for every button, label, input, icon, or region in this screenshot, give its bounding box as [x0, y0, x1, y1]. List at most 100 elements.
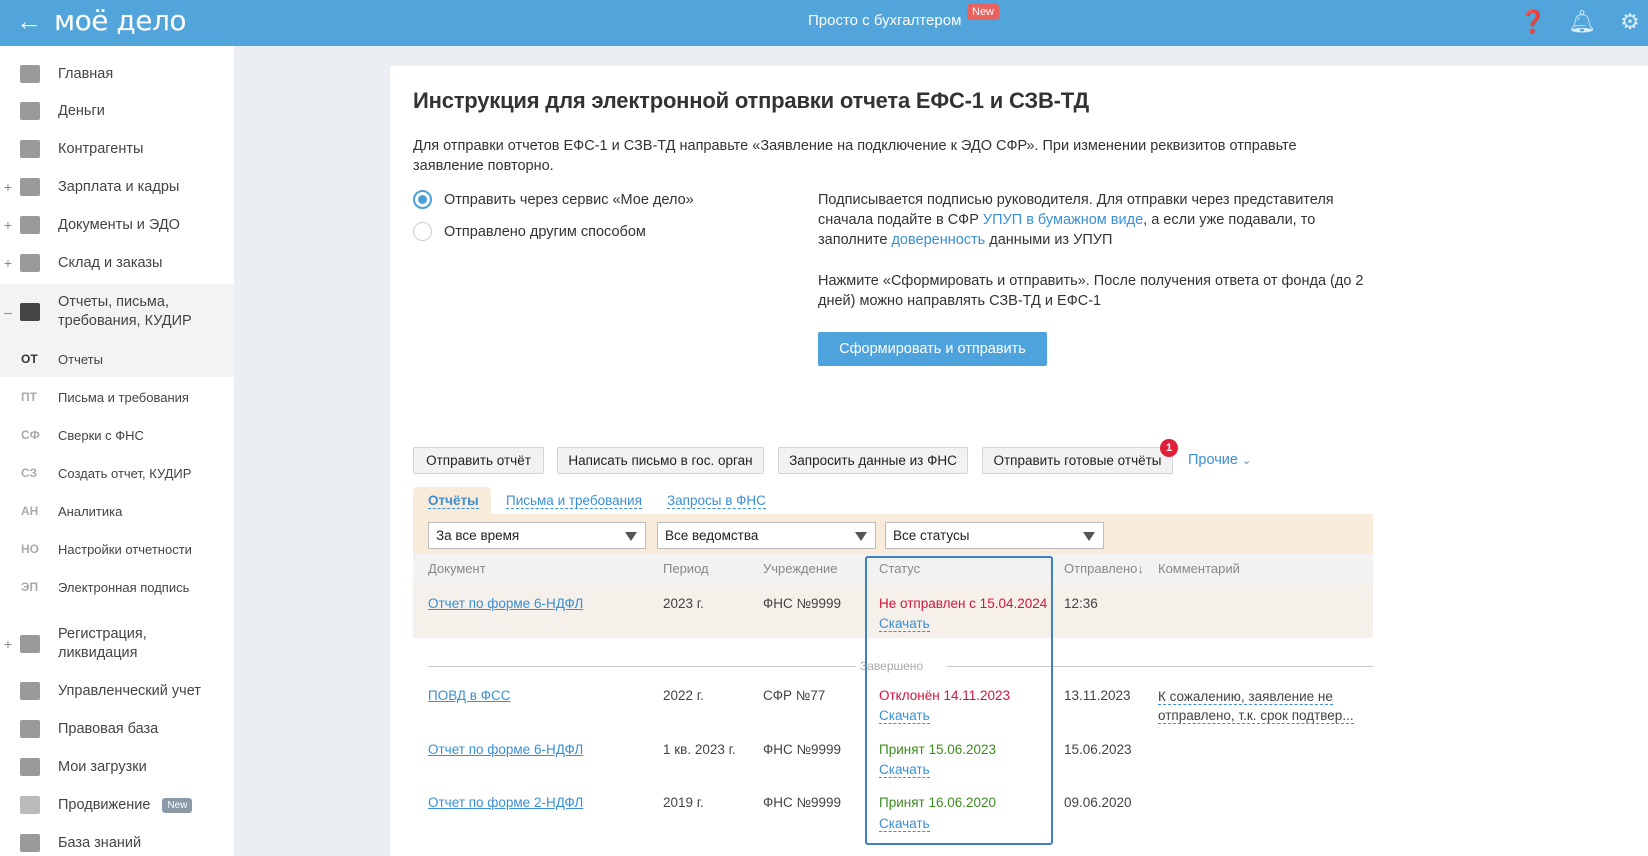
sent-cell: 15.06.2023: [1064, 742, 1132, 757]
period-select[interactable]: За все время: [428, 522, 646, 549]
radio-label: Отправить через сервис «Мое дело»: [444, 191, 694, 208]
subitem-label: Отчеты: [58, 351, 103, 367]
sidebar-subitem-reconciliation[interactable]: СФ Сверки с ФНС: [0, 425, 234, 445]
briefcase-icon: [20, 720, 40, 738]
subitem-abbr: СФ: [21, 428, 40, 442]
sidebar-item-documents[interactable]: + Документы и ЭДО: [0, 214, 234, 236]
home-icon: [20, 65, 40, 83]
tab-letters[interactable]: Письма и требования: [506, 493, 642, 509]
sent-cell: 12:36: [1064, 596, 1098, 611]
period-cell: 1 кв. 2023 г.: [663, 742, 736, 757]
period-cell: 2022 г.: [663, 688, 704, 703]
expand-icon[interactable]: +: [0, 255, 16, 271]
write-letter-button[interactable]: Написать письмо в гос. орган: [557, 447, 764, 474]
sidebar-item-registration[interactable]: + Регистрация, ликвидация: [0, 624, 234, 664]
sidebar-item-money[interactable]: Деньги: [0, 100, 234, 122]
sent-cell: 09.06.2020: [1064, 795, 1132, 810]
sent-cell: 13.11.2023: [1064, 688, 1131, 703]
document-link[interactable]: Отчет по форме 2-НДФЛ: [428, 795, 583, 810]
more-label: Прочие: [1188, 452, 1238, 468]
sidebar-item-uploads[interactable]: Мои загрузки: [0, 756, 234, 778]
bell-icon[interactable]: 🔔︎: [1568, 9, 1596, 35]
sidebar-item-warehouse[interactable]: + Склад и заказы: [0, 252, 234, 274]
status-select[interactable]: Все статусы: [885, 522, 1104, 549]
dropdown-arrow-icon: [855, 532, 867, 541]
sidebar-subitem-analytics[interactable]: АН Аналитика: [0, 501, 234, 521]
sidebar-item-knowledge[interactable]: База знаний: [0, 832, 234, 854]
more-dropdown[interactable]: Прочие ⌄: [1188, 452, 1251, 468]
back-arrow-icon[interactable]: ←: [16, 6, 42, 37]
organization-cell: ФНС №9999: [763, 596, 842, 611]
select-value: За все время: [436, 528, 520, 543]
help-icon[interactable]: ❓: [1519, 9, 1546, 35]
sidebar-item-label: Продвижение: [58, 797, 151, 813]
request-fns-data-button[interactable]: Запросить данные из ФНС: [778, 447, 968, 474]
tab-reports[interactable]: Отчёты: [428, 493, 479, 509]
sidebar-item-label: Регистрация, ликвидация: [58, 626, 147, 661]
collapse-icon[interactable]: –: [0, 304, 16, 320]
notification-count-badge: 1: [1160, 439, 1178, 457]
sidebar-item-label: Управленческий учет: [58, 683, 201, 699]
gear-icon[interactable]: ⚙: [1617, 9, 1643, 35]
period-cell: 2023 г.: [663, 596, 704, 611]
sidebar-item-home[interactable]: Главная: [0, 63, 234, 85]
intro-text: Для отправки отчетов ЕФС-1 и СЗВ-ТД напр…: [413, 138, 1297, 174]
sidebar-item-legal[interactable]: Правовая база: [0, 718, 234, 740]
send-report-button[interactable]: Отправить отчёт: [413, 447, 544, 474]
sidebar-item-contractors[interactable]: Контрагенты: [0, 138, 234, 160]
subitem-label: Сверки с ФНС: [58, 427, 144, 443]
folder-icon: [20, 216, 40, 234]
dropdown-arrow-icon: [625, 532, 637, 541]
radio-unchecked[interactable]: [413, 222, 432, 241]
power-of-attorney-link[interactable]: доверенность: [891, 232, 985, 248]
sidebar-item-salary[interactable]: + Зарплата и кадры: [0, 176, 234, 198]
expand-icon[interactable]: +: [0, 217, 16, 233]
generate-and-send-button[interactable]: Сформировать и отправить: [818, 332, 1047, 366]
money-icon: [20, 102, 40, 120]
subitem-abbr: НО: [21, 542, 39, 556]
sidebar-item-label: Документы и ЭДО: [58, 217, 180, 233]
document-link[interactable]: Отчет по форме 6-НДФЛ: [428, 596, 583, 611]
column-sent[interactable]: Отправлено↓: [1064, 561, 1144, 576]
comment-link[interactable]: К сожалению, заявление не: [1158, 689, 1333, 705]
column-document: Документ: [428, 561, 486, 576]
contractor-icon: [20, 140, 40, 158]
radio-sent-other-way[interactable]: Отправлено другим способом: [413, 222, 646, 241]
wallet-icon: [20, 178, 40, 196]
chart-icon: [20, 796, 40, 814]
sidebar-subitem-e-signature[interactable]: ЭП Электронная подпись: [0, 577, 234, 597]
document-link[interactable]: ПОВД в ФСС: [428, 688, 511, 703]
comment-link[interactable]: отправлено, т.к. срок подтвер...: [1158, 708, 1354, 724]
send-ready-reports-button[interactable]: Отправить готовые отчёты: [982, 447, 1173, 474]
warehouse-icon: [20, 254, 40, 272]
sidebar-item-management[interactable]: Управленческий учет: [0, 680, 234, 702]
top-header: ← моё дело Просто с бухгалтером New ❓ 🔔︎…: [0, 0, 1648, 46]
tab-fns-requests[interactable]: Запросы в ФНС: [667, 493, 766, 509]
expand-icon[interactable]: +: [0, 636, 16, 652]
organization-cell: СФР №77: [763, 688, 826, 703]
page-title: Инструкция для электронной отправки отче…: [413, 88, 1089, 113]
radio-send-via-service[interactable]: Отправить через сервис «Мое дело»: [413, 190, 694, 209]
select-value: Все ведомства: [665, 528, 759, 543]
sidebar-item-promotion[interactable]: Продвижение New: [0, 794, 234, 816]
status-column-highlight: [865, 556, 1053, 845]
logo[interactable]: моё дело: [54, 4, 187, 37]
sidebar-subitem-reports[interactable]: ОТ Отчеты: [0, 349, 234, 369]
radio-checked[interactable]: [413, 190, 432, 209]
sidebar-item-label: Отчеты, письма, требования, КУДИР: [58, 294, 192, 329]
subitem-abbr: ЭП: [21, 580, 39, 594]
sidebar-subitem-create-report[interactable]: СЗ Создать отчет, КУДИР: [0, 463, 234, 483]
agency-select[interactable]: Все ведомства: [657, 522, 876, 549]
sidebar-item-label: Главная: [58, 66, 114, 82]
subitem-label: Аналитика: [58, 503, 123, 519]
sidebar-subitem-letters[interactable]: ПТ Письма и требования: [0, 387, 234, 407]
radio-label: Отправлено другим способом: [444, 223, 646, 240]
new-badge: New: [967, 4, 1000, 20]
subitem-abbr: ОТ: [21, 352, 38, 366]
document-link[interactable]: Отчет по форме 6-НДФЛ: [428, 742, 583, 757]
expand-icon[interactable]: +: [0, 179, 16, 195]
sidebar-item-reports[interactable]: – Отчеты, письма, требования, КУДИР: [0, 292, 234, 332]
sidebar-subitem-report-settings[interactable]: НО Настройки отчетности: [0, 539, 234, 559]
accountant-link[interactable]: Просто с бухгалтером: [808, 12, 961, 29]
upup-paper-link[interactable]: УПУП в бумажном виде: [983, 212, 1143, 228]
